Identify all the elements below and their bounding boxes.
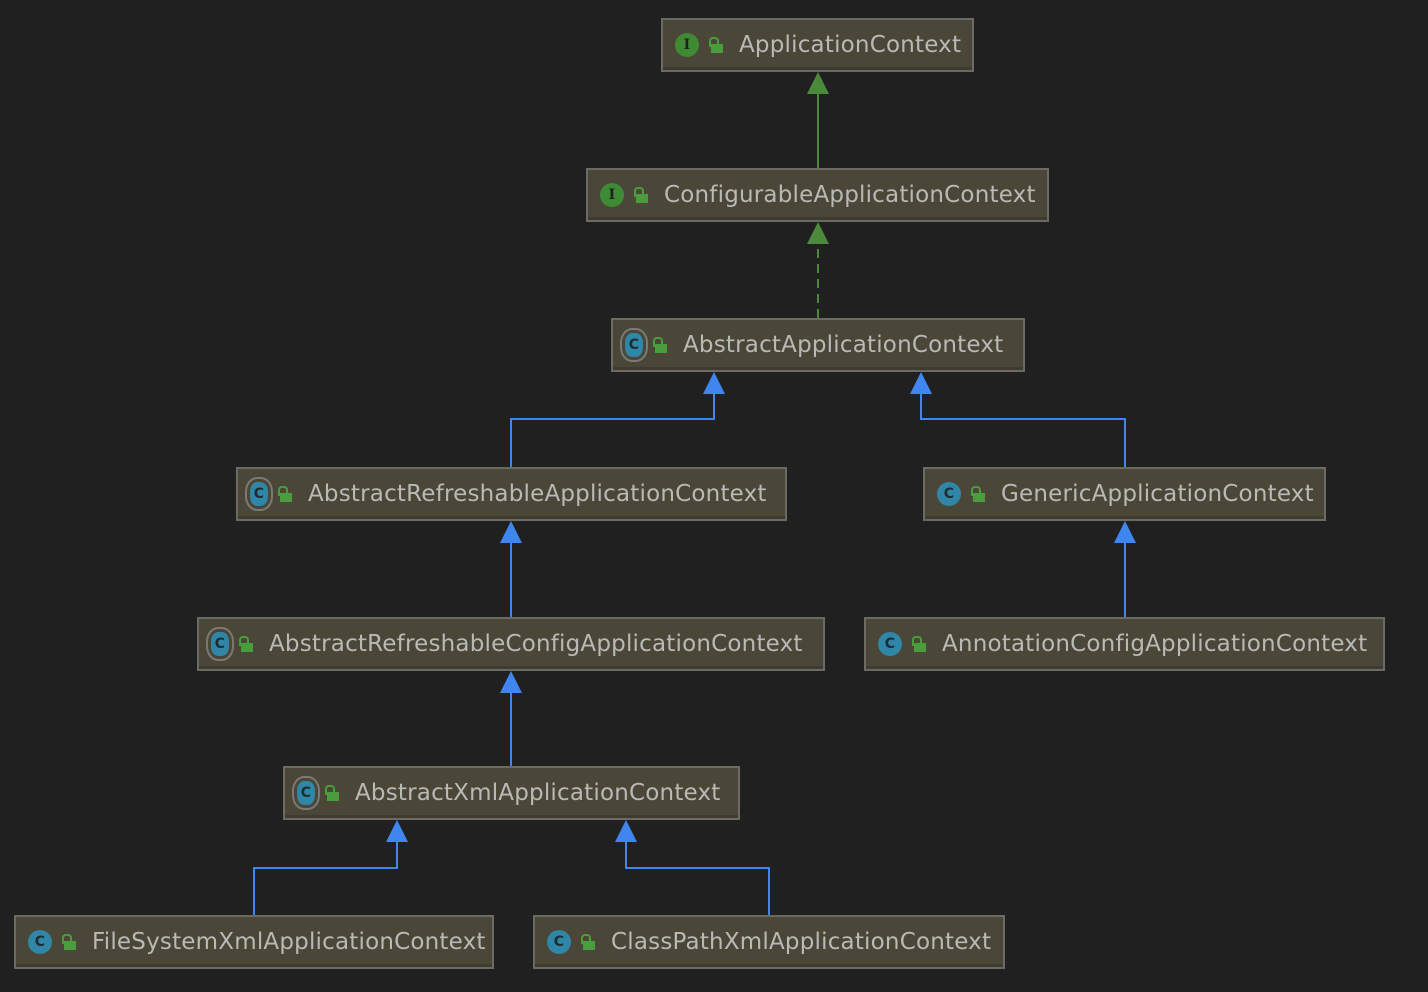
class-icon: C [28,930,52,954]
edge-extends [1114,521,1136,617]
node-abstract-application-context[interactable]: C AbstractApplicationContext [611,318,1025,372]
edge-extends [910,372,1126,467]
node-annotation-config-application-context[interactable]: C AnnotationConfigApplicationContext [864,617,1385,671]
arrowhead-icon [386,820,408,842]
abstract-class-icon: C [625,333,643,357]
public-lock-icon [278,486,292,502]
public-lock-icon [62,934,76,950]
arrowhead-icon [615,820,637,842]
public-lock-icon [634,187,648,203]
edge-line [625,842,770,915]
edge-extends [500,671,522,766]
class-icon: C [547,930,571,954]
node-configurable-application-context[interactable]: I ConfigurableApplicationContext [586,168,1049,222]
public-lock-icon [971,486,985,502]
node-application-context[interactable]: I ApplicationContext [661,18,974,72]
node-label: AbstractXmlApplicationContext [355,780,721,806]
edge-extends [510,372,725,467]
public-lock-icon [653,337,667,353]
class-icon: C [878,632,902,656]
node-abstract-refreshable-application-context[interactable]: C AbstractRefreshableApplicationContext [236,467,787,521]
edge-extends-interface [807,72,829,168]
node-label: AbstractApplicationContext [683,332,1004,358]
arrowhead-icon [910,372,932,394]
edge-line [510,394,715,467]
arrowhead-icon [807,72,829,94]
node-label: AbstractRefreshableApplicationContext [308,481,767,507]
abstract-class-icon: C [211,632,229,656]
public-lock-icon [581,934,595,950]
node-label: FileSystemXmlApplicationContext [92,929,486,955]
public-lock-icon [709,37,723,53]
arrowhead-icon [1114,521,1136,543]
public-lock-icon [325,785,339,801]
edge-implements [807,222,829,318]
node-label: AbstractRefreshableConfigApplicationCont… [269,631,803,657]
node-label: ConfigurableApplicationContext [664,182,1036,208]
public-lock-icon [239,636,253,652]
arrowhead-icon [703,372,725,394]
node-label: GenericApplicationContext [1001,481,1314,507]
node-label: ApplicationContext [739,32,962,58]
arrowhead-icon [500,671,522,693]
node-generic-application-context[interactable]: C GenericApplicationContext [923,467,1326,521]
edge-extends [253,820,408,915]
node-class-path-xml-application-context[interactable]: C ClassPathXmlApplicationContext [533,915,1005,969]
edge-line [253,842,398,915]
arrowhead-icon [807,222,829,244]
node-label: AnnotationConfigApplicationContext [942,631,1368,657]
interface-icon: I [600,183,624,207]
abstract-class-icon: C [250,482,268,506]
edge-extends [615,820,770,915]
node-file-system-xml-application-context[interactable]: C FileSystemXmlApplicationContext [14,915,494,969]
node-label: ClassPathXmlApplicationContext [611,929,992,955]
arrowhead-icon [500,521,522,543]
abstract-class-icon: C [297,781,315,805]
public-lock-icon [912,636,926,652]
edge-line [920,394,1126,467]
node-abstract-xml-application-context[interactable]: C AbstractXmlApplicationContext [283,766,740,820]
interface-icon: I [675,33,699,57]
node-abstract-refreshable-config-application-context[interactable]: C AbstractRefreshableConfigApplicationCo… [197,617,825,671]
edge-extends [500,521,522,617]
class-icon: C [937,482,961,506]
